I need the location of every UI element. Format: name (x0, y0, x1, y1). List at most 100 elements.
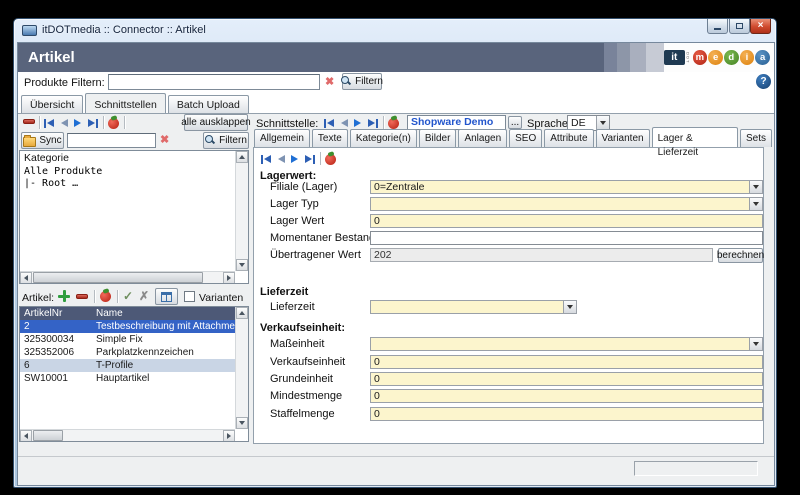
scroll-down-button[interactable] (236, 417, 248, 429)
category-item-all[interactable]: Alle Produkte (24, 166, 102, 177)
tab-lager-lieferzeit[interactable]: Lager & Lieferzeit (652, 127, 738, 147)
chevron-down-icon[interactable] (749, 198, 762, 210)
verkaufseinheit-input[interactable]: 0 (370, 355, 763, 369)
category-filter-input[interactable] (67, 133, 156, 148)
maximize-button[interactable] (729, 19, 750, 34)
maximize-icon (736, 23, 743, 29)
staffelmenge-input[interactable]: 0 (370, 407, 763, 421)
table-hscrollbar[interactable] (20, 429, 235, 441)
scroll-up-button[interactable] (236, 307, 248, 319)
chevron-down-icon[interactable] (563, 301, 576, 313)
scroll-left-button[interactable] (20, 272, 32, 284)
first-icon[interactable] (260, 153, 274, 166)
table-row[interactable]: 6 T-Profile (20, 359, 249, 372)
scroll-down-button[interactable] (236, 259, 248, 271)
sync-button[interactable]: Sync (21, 132, 64, 149)
interface-value-field[interactable]: Shopware Demo (407, 115, 506, 130)
momentaner-bestand-input[interactable] (370, 231, 763, 245)
article-label: Artikel: (22, 292, 54, 304)
next-icon[interactable] (288, 153, 302, 166)
mindestmenge-input[interactable]: 0 (370, 389, 763, 403)
browse-interface-button[interactable]: ... (508, 116, 522, 129)
separator (94, 290, 95, 303)
product-filter-input[interactable] (108, 74, 320, 90)
first-icon[interactable] (43, 117, 57, 130)
window-titlebar[interactable]: itDOTmedia :: Connector :: Artikel × (14, 19, 776, 43)
table-row[interactable]: 2 Testbeschreibung mit Attachment, IMG (20, 320, 249, 333)
hscroll-thumb[interactable] (33, 430, 63, 441)
grundeinheit-input[interactable]: 0 (370, 372, 763, 386)
clear-filter-icon[interactable]: ✖ (325, 76, 334, 88)
tab-texte[interactable]: Texte (312, 129, 348, 147)
lager-wert-label: Lager Wert (270, 215, 324, 227)
tab-uebersicht[interactable]: Übersicht (21, 95, 83, 113)
expand-all-button[interactable]: alle ausklappen (184, 114, 248, 131)
column-artikelnr[interactable]: ArtikelNr (24, 307, 62, 320)
previous-icon[interactable] (274, 153, 288, 166)
grid-icon (161, 292, 172, 302)
help-icon[interactable]: ? (756, 74, 771, 89)
varianten-checkbox[interactable] (184, 291, 195, 302)
scroll-right-button[interactable] (223, 430, 235, 442)
tab-schnittstellen[interactable]: Schnittstellen (85, 93, 165, 113)
close-button[interactable]: × (750, 19, 771, 34)
tab-kategorien[interactable]: Kategorie(n) (350, 129, 417, 147)
column-name[interactable]: Name (96, 307, 123, 320)
table-row[interactable]: SW10001 Hauptartikel (20, 372, 238, 385)
table-vscrollbar[interactable] (235, 307, 248, 429)
add-article-icon[interactable] (58, 290, 70, 302)
previous-icon[interactable] (57, 117, 71, 130)
tab-anlagen[interactable]: Anlagen (458, 129, 507, 147)
mindestmenge-label: Mindestmenge (270, 390, 342, 402)
category-item-root[interactable]: |- Root … (24, 178, 78, 189)
masseinheit-label: Maßeinheit (270, 338, 324, 350)
minimize-button[interactable] (707, 19, 728, 34)
last-icon[interactable] (85, 117, 99, 130)
tab-attribute[interactable]: Attribute (544, 129, 593, 147)
uebertragener-wert-input[interactable]: 202 (370, 248, 713, 262)
detail-tabs: Allgemein Texte Kategorie(n) Bilder Anla… (254, 129, 774, 147)
filter-button[interactable]: Filtern (342, 73, 382, 90)
shop-sync-icon[interactable] (325, 154, 336, 165)
shop-sync-icon[interactable] (108, 118, 119, 129)
shop-sync-icon[interactable] (100, 291, 111, 302)
remove-article-icon[interactable] (76, 294, 88, 299)
clear-category-filter-icon[interactable]: ✖ (160, 134, 169, 146)
chevron-down-icon[interactable] (596, 116, 609, 130)
chevron-down-icon[interactable] (749, 181, 762, 193)
tab-seo[interactable]: SEO (509, 129, 542, 147)
tab-allgemein[interactable]: Allgemein (254, 129, 310, 147)
masseinheit-select[interactable] (370, 337, 763, 351)
scroll-right-button[interactable] (223, 272, 235, 284)
table-row[interactable]: 325352006 Parkplatzkennzeichen (20, 346, 238, 359)
logo-circle-e: e (708, 50, 723, 65)
lager-typ-select[interactable] (370, 197, 763, 211)
table-row[interactable]: 325300034 Simple Fix (20, 333, 238, 346)
confirm-icon[interactable]: ✓ (123, 289, 133, 303)
tab-bilder[interactable]: Bilder (419, 129, 457, 147)
tab-sets[interactable]: Sets (740, 129, 772, 147)
remove-icon[interactable] (23, 119, 35, 124)
category-vscrollbar[interactable] (235, 151, 248, 271)
lager-wert-input[interactable]: 0 (370, 214, 763, 228)
next-icon[interactable] (71, 117, 85, 130)
hscroll-thumb[interactable] (33, 272, 203, 283)
tab-batch-upload[interactable]: Batch Upload (168, 95, 249, 113)
berechnen-button[interactable]: berechnen (718, 248, 763, 263)
tab-varianten[interactable]: Varianten (596, 129, 650, 147)
category-hscrollbar[interactable] (20, 271, 235, 283)
separator (124, 116, 125, 129)
scroll-left-button[interactable] (20, 430, 32, 442)
table-header: ArtikelNr Name (20, 307, 248, 320)
header-stripe (604, 43, 617, 72)
shop-sync-icon[interactable] (388, 118, 399, 129)
window-title: itDOTmedia :: Connector :: Artikel (42, 24, 206, 36)
cancel-icon[interactable]: ✗ (139, 289, 149, 303)
chevron-down-icon[interactable] (749, 338, 762, 350)
scroll-up-button[interactable] (236, 151, 248, 163)
category-filter-button[interactable]: Filtern (203, 132, 249, 149)
filiale-select[interactable]: 0=Zentrale (370, 180, 763, 194)
last-icon[interactable] (302, 153, 316, 166)
variants-view-toggle[interactable] (155, 288, 178, 305)
lieferzeit-select[interactable] (370, 300, 577, 314)
